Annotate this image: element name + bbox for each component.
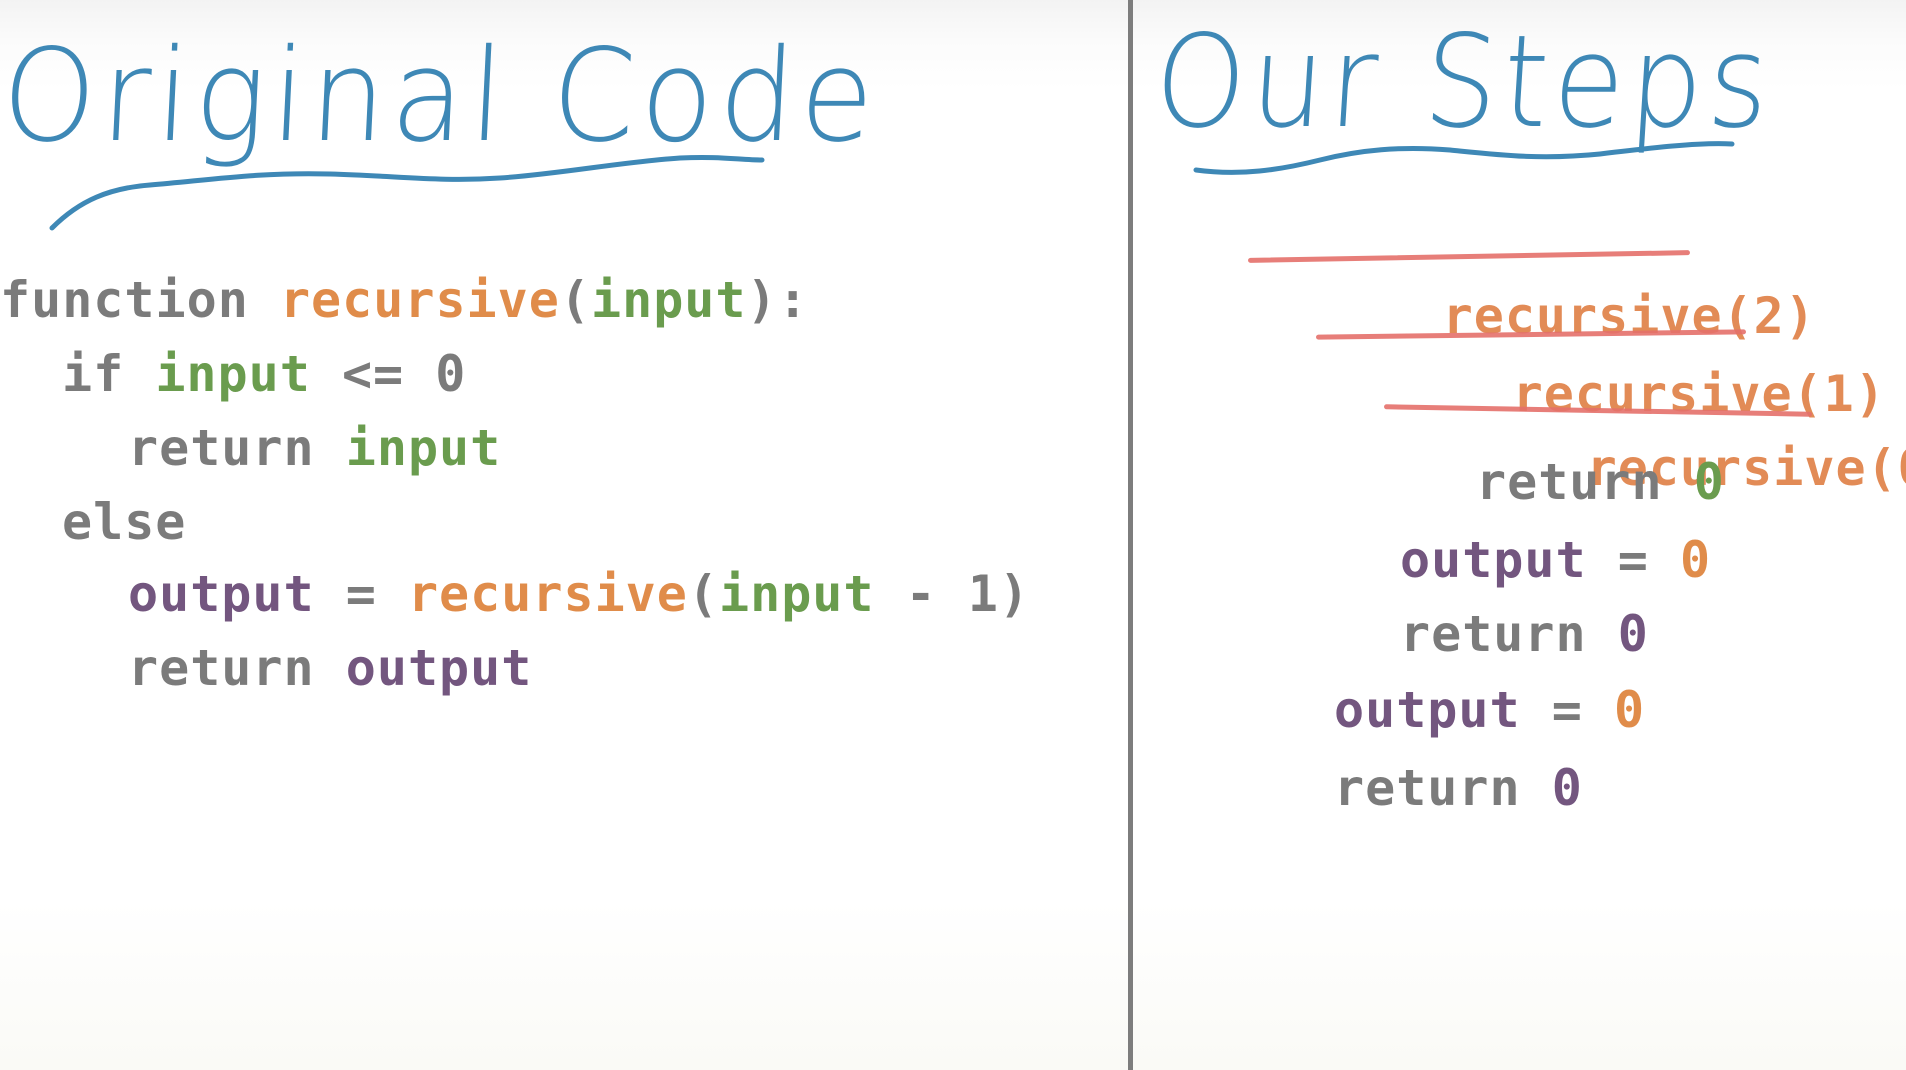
var-output: output — [345, 639, 533, 697]
code-line-2: if input <= 0 — [62, 344, 466, 404]
var-output: output — [1334, 681, 1521, 739]
keyword-return: return — [128, 639, 315, 697]
function-name: recursive — [407, 565, 688, 623]
keyword-return: return — [1334, 759, 1521, 817]
function-name: recursive — [279, 271, 560, 329]
var-output: output — [1400, 531, 1587, 589]
code-line-4: else — [62, 492, 186, 552]
keyword-return: return — [1400, 605, 1587, 663]
whiteboard: Original Code function recursive(input):… — [0, 0, 1906, 1070]
original-code-title: Original Code — [0, 22, 883, 171]
code-line-6: return output — [128, 638, 532, 698]
step-output-assign-inner: output = 0 — [1400, 530, 1711, 590]
return-value: 0 — [1551, 759, 1583, 817]
our-steps-title: Our Steps — [1150, 8, 1779, 157]
param-input: input — [590, 271, 747, 329]
assign-op: = — [1551, 681, 1583, 739]
keyword-else: else — [62, 493, 187, 551]
keyword-function: function — [0, 271, 249, 329]
step-output-assign-outer: output = 0 — [1334, 680, 1645, 740]
assign-op: = — [1617, 531, 1649, 589]
minus-one-close: - 1) — [905, 565, 1031, 623]
keyword-if: if — [62, 345, 125, 403]
assigned-value: 0 — [1613, 681, 1646, 739]
step-return-0-inner: return 0 — [1476, 452, 1725, 512]
keyword-return: return — [128, 419, 315, 477]
assign-op: = — [345, 565, 377, 623]
code-line-1: function recursive(input): — [0, 270, 809, 330]
keyword-return: return — [1476, 453, 1663, 511]
var-input: input — [155, 345, 311, 403]
condition-op: <= 0 — [341, 345, 467, 403]
code-line-3: return input — [128, 418, 501, 478]
step-return-0-outer: return 0 — [1334, 758, 1583, 818]
var-input: input — [345, 419, 502, 477]
code-line-5: output = recursive(input - 1) — [128, 564, 1030, 624]
close-paren-colon: ): — [746, 271, 809, 329]
assigned-value: 0 — [1679, 531, 1712, 589]
return-value: 0 — [1693, 453, 1725, 511]
step-return-0-middle: return 0 — [1400, 604, 1649, 664]
panel-divider — [1128, 0, 1133, 1070]
return-value: 0 — [1617, 605, 1649, 663]
var-output: output — [128, 565, 315, 623]
open-paren: ( — [687, 565, 719, 623]
param-input: input — [719, 565, 875, 623]
open-paren: ( — [559, 271, 591, 329]
